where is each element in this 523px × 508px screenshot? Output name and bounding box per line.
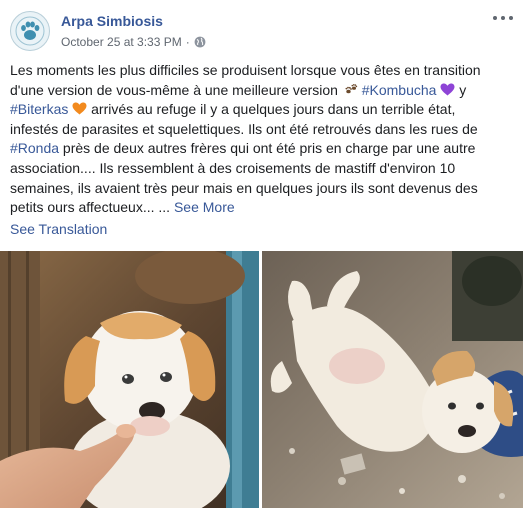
post-text-segment: d'une version de vous-même à une meilleu… (10, 81, 342, 98)
post-text-line: d'une version de vous-même à une meilleu… (10, 81, 513, 101)
post-text-segment: petits ours affectueux... ... (10, 199, 174, 216)
see-more-link[interactable]: See More (174, 199, 235, 215)
post-text: Les moments les plus difficiles se produ… (10, 61, 513, 218)
puppy-lying-on-back-photo[interactable] (262, 251, 523, 508)
post-text-segment: y (455, 81, 467, 98)
post-text-line: semaines, ils avaient très peur mais en … (10, 179, 478, 196)
facebook-post: Arpa Simbiosis October 25 at 3:33 PM · L… (0, 0, 523, 508)
hashtag-kombucha-link[interactable]: #Kombucha (362, 82, 437, 98)
post-text-line: association.... Ils ressemblent à des cr… (10, 159, 456, 176)
hashtag-biterkas-link[interactable]: #Biterkas (10, 101, 68, 117)
meta-separator: · (185, 35, 190, 49)
post-meta: October 25 at 3:33 PM · (61, 35, 206, 49)
orange-heart-emoji-icon (72, 101, 87, 115)
post-text-line: petits ours affectueux... ... See More (10, 198, 513, 218)
post-text-line: #Biterkas arrivés au refuge il y a quelq… (10, 100, 513, 120)
more-options-icon[interactable] (493, 11, 513, 25)
post-timestamp[interactable]: October 25 at 3:33 PM (61, 35, 182, 49)
hashtag-ronda-link[interactable]: #Ronda (10, 140, 59, 156)
paw-prints-emoji-icon (344, 82, 358, 95)
post-text-segment: arrivés au refuge il y a quelques jours … (87, 101, 456, 118)
post-text-line: Les moments les plus difficiles se produ… (10, 62, 481, 78)
post-text-line: infestés de parasites et squelettiques. … (10, 120, 478, 137)
puppy-licking-finger-photo[interactable] (0, 251, 259, 508)
page-avatar[interactable] (10, 11, 50, 51)
globe-icon[interactable] (194, 36, 206, 48)
post-text-segment: près de deux autres frères qui ont été p… (59, 140, 476, 157)
purple-heart-emoji-icon (440, 82, 455, 96)
see-translation-link[interactable]: See Translation (10, 221, 107, 237)
post-text-line: #Ronda près de deux autres frères qui on… (10, 139, 513, 159)
page-name-link[interactable]: Arpa Simbiosis (61, 13, 163, 29)
